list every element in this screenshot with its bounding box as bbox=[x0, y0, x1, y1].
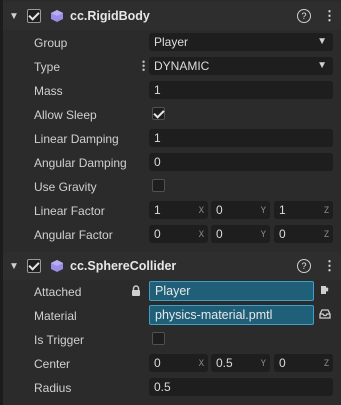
allow-sleep-label: Allow Sleep bbox=[34, 108, 97, 122]
angular-factor-label: Angular Factor bbox=[34, 228, 113, 242]
help-icon[interactable]: ? bbox=[297, 9, 311, 23]
is-trigger-checkbox[interactable] bbox=[152, 332, 165, 345]
is-trigger-label: Is Trigger bbox=[34, 333, 85, 347]
mass-label: Mass bbox=[34, 84, 63, 98]
material-asset-field[interactable]: physics-material.pmtl bbox=[149, 305, 314, 325]
lock-icon bbox=[131, 285, 141, 297]
component-menu-icon[interactable]: ⋮ bbox=[323, 8, 336, 24]
angular-factor-y-value: 0 bbox=[216, 227, 223, 241]
attached-node-field[interactable]: Player bbox=[149, 281, 314, 301]
center-row: Center 0 X 0.5 Y 0 Z bbox=[3, 351, 341, 375]
help-icon[interactable]: ? bbox=[297, 259, 311, 273]
angular-factor-y-input[interactable]: 0 Y bbox=[211, 225, 270, 243]
spherecollider-header[interactable]: ▼ cc.SphereCollider ? ⋮ bbox=[3, 252, 341, 280]
type-select[interactable]: DYNAMIC ▼ bbox=[149, 57, 333, 75]
group-label: Group bbox=[34, 36, 68, 50]
linear-factor-x-value: 1 bbox=[154, 203, 161, 217]
axis-x-label: X bbox=[198, 359, 204, 369]
material-row: Material physics-material.pmtl bbox=[3, 303, 341, 327]
linear-damping-row: Linear Damping 1 bbox=[3, 126, 341, 150]
type-label: Type bbox=[34, 60, 61, 74]
angular-factor-row: Angular Factor 0 X 0 Y 0 Z bbox=[3, 222, 341, 246]
component-cube-icon bbox=[50, 259, 64, 273]
group-value: Player bbox=[154, 35, 189, 49]
node-picker-icon[interactable] bbox=[319, 284, 331, 296]
attached-label: Attached bbox=[34, 285, 82, 299]
angular-damping-row: Angular Damping 0 bbox=[3, 150, 341, 174]
asset-picker-icon[interactable] bbox=[319, 308, 331, 320]
center-y-value: 0.5 bbox=[216, 356, 233, 370]
center-z-value: 0 bbox=[279, 356, 286, 370]
angular-factor-x-value: 0 bbox=[154, 227, 161, 241]
mass-row: Mass 1 bbox=[3, 78, 341, 102]
radius-label: Radius bbox=[34, 381, 72, 395]
collapse-arrow-icon[interactable]: ▼ bbox=[7, 11, 21, 22]
angular-damping-input[interactable]: 0 bbox=[149, 153, 333, 171]
mass-input[interactable]: 1 bbox=[149, 81, 333, 99]
rigidbody-enabled-checkbox[interactable] bbox=[27, 9, 41, 23]
type-row: Type • • • DYNAMIC ▼ bbox=[3, 54, 341, 78]
center-x-value: 0 bbox=[154, 356, 161, 370]
type-drag-handle-icon[interactable]: • • • bbox=[142, 58, 146, 75]
axis-y-label: Y bbox=[260, 206, 266, 216]
spherecollider-enabled-checkbox[interactable] bbox=[27, 259, 41, 273]
linear-damping-input[interactable]: 1 bbox=[149, 129, 333, 147]
rigidbody-title: cc.RigidBody bbox=[70, 9, 150, 23]
spherecollider-title: cc.SphereCollider bbox=[70, 259, 177, 273]
rigidbody-header[interactable]: ▼ cc.RigidBody ? ⋮ bbox=[3, 2, 341, 30]
center-z-input[interactable]: 0 Z bbox=[274, 354, 333, 372]
axis-y-label: Y bbox=[260, 230, 266, 240]
linear-factor-row: Linear Factor 1 X 0 Y 1 Z bbox=[3, 198, 341, 222]
material-label: Material bbox=[34, 309, 77, 323]
angular-factor-z-input[interactable]: 0 Z bbox=[274, 225, 333, 243]
radius-input[interactable]: 0.5 bbox=[149, 378, 333, 396]
axis-y-label: Y bbox=[260, 359, 266, 369]
allow-sleep-row: Allow Sleep bbox=[3, 102, 341, 126]
linear-damping-label: Linear Damping bbox=[34, 132, 119, 146]
component-menu-icon[interactable]: ⋮ bbox=[323, 258, 336, 274]
group-select[interactable]: Player ▼ bbox=[149, 33, 333, 51]
type-value: DYNAMIC bbox=[154, 59, 210, 73]
linear-factor-y-input[interactable]: 0 Y bbox=[211, 201, 270, 219]
radius-row: Radius 0.5 bbox=[3, 375, 341, 399]
axis-z-label: Z bbox=[323, 230, 329, 240]
angular-factor-z-value: 0 bbox=[279, 227, 286, 241]
attached-row: Attached Player bbox=[3, 279, 341, 303]
is-trigger-row: Is Trigger bbox=[3, 327, 341, 351]
chevron-down-icon: ▼ bbox=[317, 36, 327, 47]
group-row: Group Player ▼ bbox=[3, 30, 341, 54]
axis-x-label: X bbox=[198, 206, 204, 216]
linear-factor-y-value: 0 bbox=[216, 203, 223, 217]
axis-z-label: Z bbox=[323, 206, 329, 216]
angular-damping-label: Angular Damping bbox=[34, 156, 127, 170]
center-x-input[interactable]: 0 X bbox=[149, 354, 208, 372]
linear-factor-label: Linear Factor bbox=[34, 204, 105, 218]
angular-factor-x-input[interactable]: 0 X bbox=[149, 225, 208, 243]
axis-x-label: X bbox=[198, 230, 204, 240]
chevron-down-icon: ▼ bbox=[317, 60, 327, 71]
linear-factor-x-input[interactable]: 1 X bbox=[149, 201, 208, 219]
center-y-input[interactable]: 0.5 Y bbox=[211, 354, 270, 372]
allow-sleep-checkbox[interactable] bbox=[152, 107, 165, 120]
center-label: Center bbox=[34, 357, 71, 371]
linear-factor-z-input[interactable]: 1 Z bbox=[274, 201, 333, 219]
collapse-arrow-icon[interactable]: ▼ bbox=[7, 261, 21, 272]
use-gravity-label: Use Gravity bbox=[34, 180, 97, 194]
linear-factor-z-value: 1 bbox=[279, 203, 286, 217]
axis-z-label: Z bbox=[323, 359, 329, 369]
use-gravity-checkbox[interactable] bbox=[152, 179, 165, 192]
use-gravity-row: Use Gravity bbox=[3, 174, 341, 198]
component-cube-icon bbox=[50, 9, 64, 23]
inspector-panel: ▼ cc.RigidBody ? ⋮ Group Player ▼ Type •… bbox=[3, 0, 341, 405]
